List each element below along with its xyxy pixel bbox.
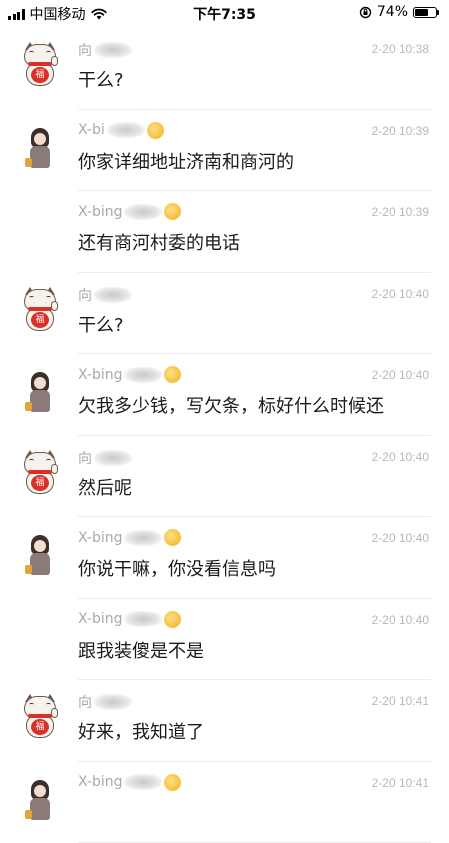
sender-name: X-bi <box>78 122 164 139</box>
sender-name: X-bing <box>78 611 181 628</box>
message-row[interactable]: X-bing 2-20 10:40 跟我装傻是不是 <box>0 599 449 681</box>
coin-char: 福 <box>31 719 49 735</box>
message-text: 还有商河村委的电话 <box>78 229 240 255</box>
lucky-cat-avatar[interactable]: 福 <box>22 450 58 496</box>
girl-avatar[interactable] <box>22 124 58 170</box>
girl-avatar[interactable] <box>22 368 58 414</box>
message-time: 2-20 10:40 <box>372 287 429 301</box>
message-time: 2-20 10:38 <box>372 42 429 56</box>
sender-name-text: X-bing <box>78 530 122 546</box>
blurred-name-mask <box>124 611 162 627</box>
message-time: 2-20 10:40 <box>372 368 429 382</box>
message-row[interactable]: X-bing 2-20 10:40 欠我多少钱，写欠条，标好什么时候还 <box>0 354 449 436</box>
blurred-name-mask <box>124 204 162 220</box>
girl-avatar[interactable] <box>22 776 58 822</box>
message-row[interactable]: X-bi 2-20 10:39 你家详细地址济南和商河的 <box>0 110 449 192</box>
sender-name: 向 <box>78 285 132 305</box>
orientation-lock-icon <box>359 6 372 19</box>
sender-name-text: 向 <box>78 692 92 712</box>
blurred-name-mask <box>107 122 145 138</box>
coin-char: 福 <box>31 312 49 328</box>
lucky-cat-avatar[interactable]: 福 <box>22 287 58 333</box>
lucky-cat-avatar[interactable]: 福 <box>22 42 58 88</box>
message-text: 你说干嘛，你没看信息吗 <box>78 555 276 581</box>
message-text: 然后呢 <box>78 474 132 500</box>
blurred-name-mask <box>124 530 162 546</box>
emoji-icon <box>164 611 181 628</box>
blurred-name-mask <box>94 694 132 710</box>
sender-name-text: X-bing <box>78 367 122 383</box>
message-time: 2-20 10:40 <box>372 450 429 464</box>
sender-name-text: 向 <box>78 448 92 468</box>
battery-icon <box>413 7 439 18</box>
message-row[interactable]: 福 向 2-20 10:40 然后呢 <box>0 436 449 518</box>
message-row[interactable]: 福 向 2-20 10:41 好来，我知道了 <box>0 680 449 762</box>
message-time: 2-20 10:39 <box>372 124 429 138</box>
status-right: 74% <box>359 4 439 20</box>
sender-name: 向 <box>78 448 132 468</box>
sender-name-text: X-bi <box>78 122 105 138</box>
emoji-icon <box>164 774 181 791</box>
sender-name: X-bing <box>78 366 181 383</box>
sender-name-text: X-bing <box>78 204 122 220</box>
sender-name: X-bing <box>78 529 181 546</box>
emoji-icon <box>164 366 181 383</box>
message-time: 2-20 10:40 <box>372 613 429 627</box>
coin-char: 福 <box>31 475 49 491</box>
message-time: 2-20 10:39 <box>372 205 429 219</box>
sender-name: 向 <box>78 40 132 60</box>
message-text: 好来，我知道了 <box>78 718 204 744</box>
status-bar: 中国移动 下午7:35 74% <box>0 0 449 26</box>
message-row[interactable]: 福 向 2-20 10:38 干么? <box>0 28 449 110</box>
blurred-name-mask <box>124 774 162 790</box>
blurred-name-mask <box>94 42 132 58</box>
sender-name-text: X-bing <box>78 611 122 627</box>
message-text: 干么? <box>78 66 124 92</box>
blurred-name-mask <box>94 450 132 466</box>
message-row[interactable]: 福 向 2-20 10:40 干么? <box>0 273 449 355</box>
message-time: 2-20 10:41 <box>372 776 429 790</box>
message-row[interactable]: X-bing 2-20 10:39 还有商河村委的电话 <box>0 191 449 273</box>
sender-name: X-bing <box>78 774 181 791</box>
girl-avatar[interactable] <box>22 531 58 577</box>
emoji-icon <box>164 529 181 546</box>
sender-name: 向 <box>78 692 132 712</box>
sender-name-text: 向 <box>78 40 92 60</box>
message-list[interactable]: 福向2-20 10:38干么?X-bi2-20 10:39你家详细地址济南和商河… <box>0 28 449 843</box>
message-row[interactable]: X-bing 2-20 10:41 <box>0 762 449 843</box>
message-text: 跟我装傻是不是 <box>78 637 204 663</box>
sender-name: X-bing <box>78 203 181 220</box>
emoji-icon <box>147 122 164 139</box>
message-time: 2-20 10:40 <box>372 531 429 545</box>
message-time: 2-20 10:41 <box>372 694 429 708</box>
message-row[interactable]: X-bing 2-20 10:40 你说干嘛，你没看信息吗 <box>0 517 449 599</box>
coin-char: 福 <box>31 67 49 83</box>
emoji-icon <box>164 203 181 220</box>
message-text: 干么? <box>78 311 124 337</box>
blurred-name-mask <box>124 367 162 383</box>
sender-name-text: 向 <box>78 285 92 305</box>
sender-name-text: X-bing <box>78 774 122 790</box>
battery-percent: 74% <box>377 4 408 20</box>
blurred-name-mask <box>94 287 132 303</box>
message-text: 欠我多少钱，写欠条，标好什么时候还 <box>78 392 384 418</box>
message-text: 你家详细地址济南和商河的 <box>78 148 294 174</box>
lucky-cat-avatar[interactable]: 福 <box>22 694 58 740</box>
